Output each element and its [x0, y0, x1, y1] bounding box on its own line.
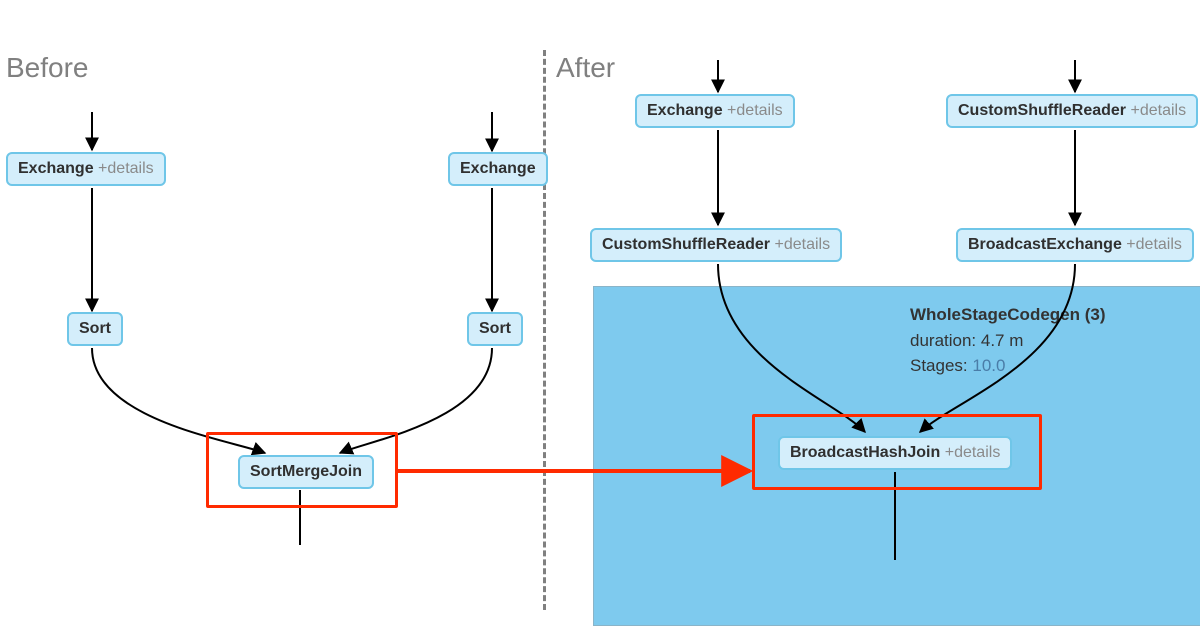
section-divider [543, 50, 546, 610]
details-link[interactable]: +details [98, 160, 154, 177]
node-broadcast-exchange[interactable]: BroadcastExchange +details [956, 228, 1194, 262]
node-exchange-left[interactable]: Exchange +details [6, 152, 166, 186]
details-link[interactable]: +details [1130, 102, 1186, 119]
before-title: Before [6, 52, 89, 84]
stage-title: WholeStageCodegen (3) [910, 302, 1106, 328]
stage-link[interactable]: 10.0 [972, 356, 1005, 375]
stage-duration: duration: 4.7 m [910, 328, 1106, 354]
node-sort-right[interactable]: Sort [467, 312, 523, 346]
node-exchange-right[interactable]: Exchange [448, 152, 548, 186]
stage-info: WholeStageCodegen (3) duration: 4.7 m St… [910, 302, 1106, 379]
details-link[interactable]: +details [774, 236, 830, 253]
details-link[interactable]: +details [1126, 236, 1182, 253]
node-csr-top[interactable]: CustomShuffleReader +details [946, 94, 1198, 128]
highlight-before-join [206, 432, 398, 508]
node-csr-left[interactable]: CustomShuffleReader +details [590, 228, 842, 262]
node-exchange-after[interactable]: Exchange +details [635, 94, 795, 128]
stage-stages: Stages: 10.0 [910, 353, 1106, 379]
after-title: After [556, 52, 615, 84]
highlight-after-join [752, 414, 1042, 490]
node-sort-left[interactable]: Sort [67, 312, 123, 346]
details-link[interactable]: +details [727, 102, 783, 119]
